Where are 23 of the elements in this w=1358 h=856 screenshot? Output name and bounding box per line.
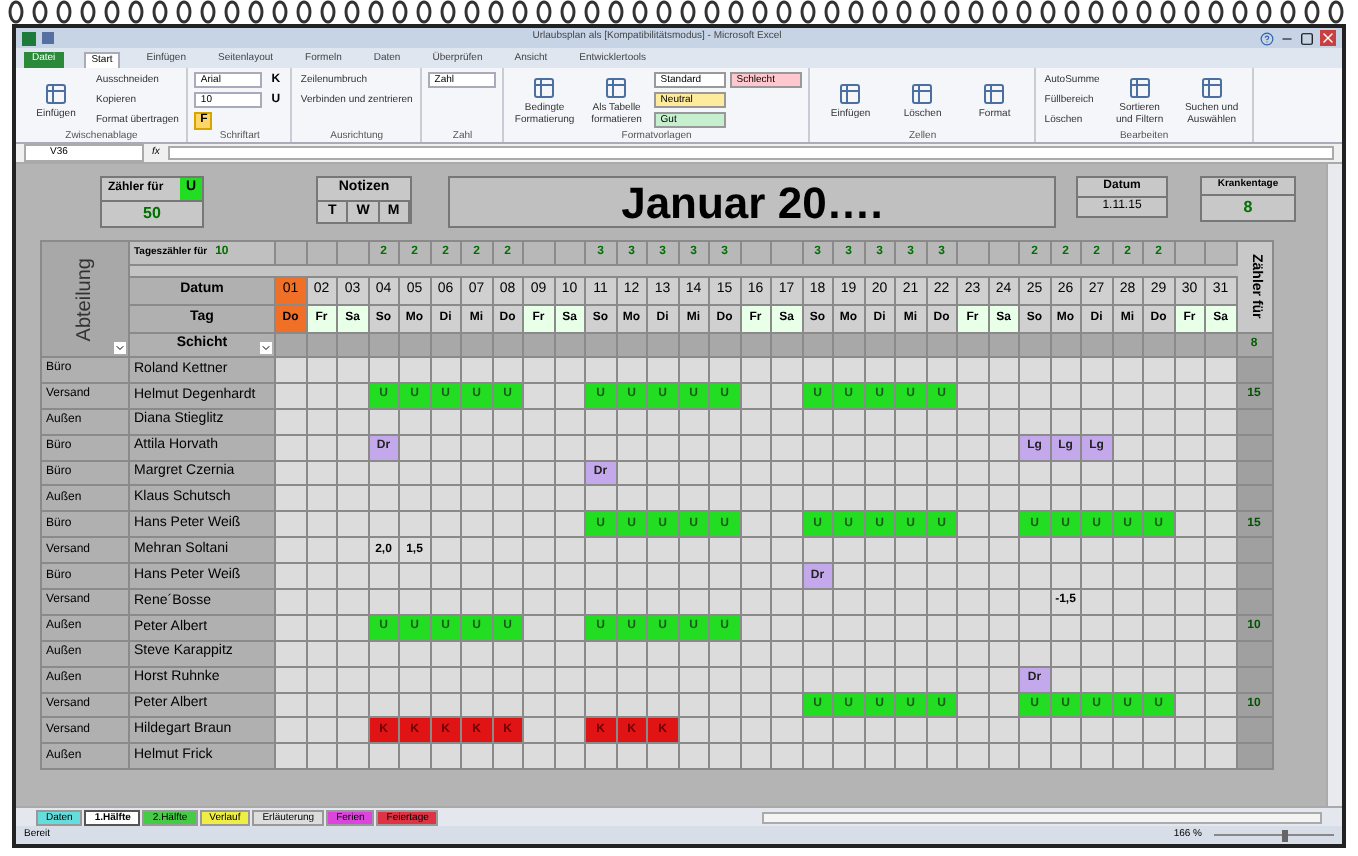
table-grid-icon: [1127, 75, 1152, 99]
vertical-scrollbar[interactable]: [1326, 164, 1342, 806]
spreadsheet-app-icon: [22, 31, 36, 45]
department-heading: Abteilung: [42, 242, 130, 358]
close-icon[interactable]: [1320, 30, 1336, 46]
maximize-icon[interactable]: [1300, 31, 1314, 45]
table-grid-icon: [838, 81, 863, 105]
table-grid-icon: [604, 75, 629, 99]
sick-days-value: 8: [1241, 195, 1255, 219]
table-grid-icon: [982, 81, 1007, 105]
formula-input-field[interactable]: [167, 146, 1334, 160]
horizontal-scrollbar[interactable]: [762, 811, 1322, 823]
zoom-slider[interactable]: [1214, 829, 1334, 841]
table-grid-icon: [1199, 75, 1224, 99]
counter-value: 50: [141, 201, 163, 225]
filter-dropdown-icon[interactable]: [114, 342, 126, 354]
zoom-slider-thumb[interactable]: [1282, 829, 1289, 841]
month-title: Januar 20….: [621, 175, 883, 231]
filter-dropdown-icon[interactable]: [260, 342, 272, 354]
help-icon[interactable]: [1260, 31, 1274, 45]
table-grid-icon: [44, 81, 68, 105]
table-grid-icon: [910, 81, 935, 105]
table-grid-icon: [532, 75, 557, 99]
